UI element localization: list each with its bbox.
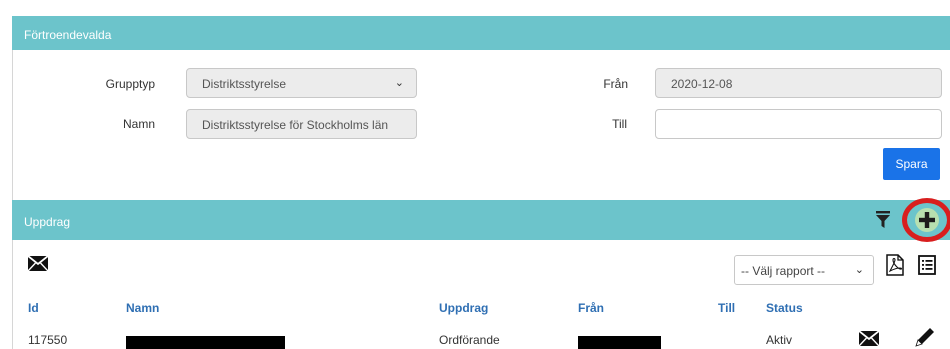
till-label: Till <box>612 117 627 131</box>
envelope-icon[interactable] <box>859 331 879 346</box>
column-header-till[interactable]: Till <box>718 301 735 315</box>
column-header-id[interactable]: Id <box>28 301 39 315</box>
report-select[interactable]: -- Välj rapport -- ⌄ <box>734 255 874 285</box>
chevron-down-icon: ⌄ <box>394 77 404 89</box>
namn-label: Namn <box>122 117 155 131</box>
redacted-name <box>126 336 285 349</box>
panel-header-fortroendevalda: Förtroendevalda <box>12 16 950 50</box>
column-header-namn[interactable]: Namn <box>126 301 159 315</box>
till-field[interactable] <box>655 109 942 139</box>
fran-field[interactable]: 2020-12-08 <box>655 68 942 98</box>
report-selected: -- Välj rapport -- <box>741 264 826 278</box>
chevron-down-icon: ⌄ <box>854 264 864 276</box>
row-status: Aktiv <box>766 333 793 347</box>
fran-value: 2020-12-08 <box>671 77 733 91</box>
cropped-top-text <box>0 0 950 12</box>
grupptyp-select[interactable]: Distriktsstyrelse ⌄ <box>186 68 417 98</box>
namn-field: Distriktsstyrelse för Stockholms län <box>186 109 417 139</box>
column-header-uppdrag[interactable]: Uppdrag <box>439 301 488 315</box>
filter-icon[interactable] <box>876 211 890 228</box>
panel-title: Förtroendevalda <box>24 28 112 42</box>
redacted-date <box>578 336 661 349</box>
grupptyp-label: Grupptyp <box>105 77 155 91</box>
namn-value: Distriktsstyrelse för Stockholms län <box>202 118 389 132</box>
highlight-circle <box>902 198 950 242</box>
pdf-icon[interactable] <box>886 254 904 276</box>
column-header-status[interactable]: Status <box>766 301 803 315</box>
save-button[interactable]: Spara <box>883 148 940 180</box>
panel-title: Uppdrag <box>24 215 71 229</box>
column-header-fran[interactable]: Från <box>578 301 604 315</box>
grupptyp-value: Distriktsstyrelse <box>202 77 287 91</box>
fran-label: Från <box>603 77 628 91</box>
pencil-icon[interactable] <box>914 326 936 348</box>
row-id: 117550 <box>28 333 68 347</box>
panel-header-uppdrag: Uppdrag <box>12 200 950 240</box>
row-uppdrag: Ordförande <box>439 333 500 347</box>
envelope-icon[interactable] <box>28 256 48 271</box>
list-icon[interactable] <box>918 255 936 275</box>
page-frame <box>12 16 950 349</box>
